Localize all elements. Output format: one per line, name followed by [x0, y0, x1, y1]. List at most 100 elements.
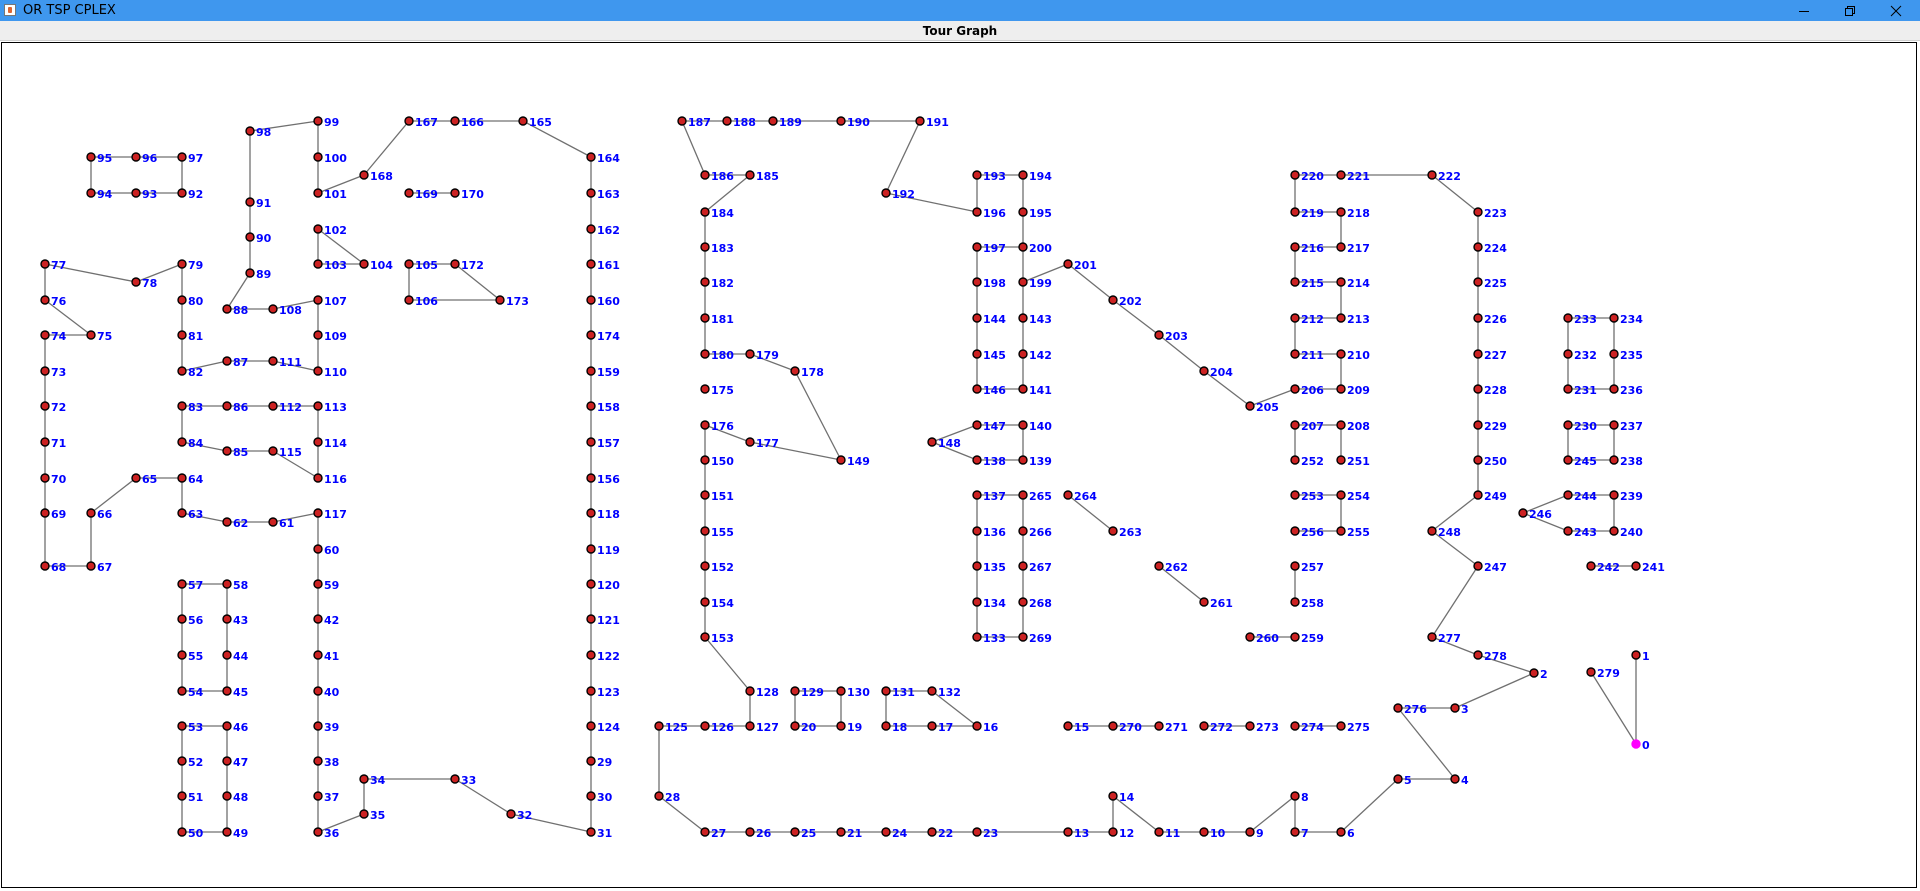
- node-label: 210: [1347, 349, 1370, 362]
- tour-edge: [794, 370, 842, 461]
- tour-node: [790, 366, 800, 376]
- tour-node: [450, 259, 460, 269]
- node-label: 137: [983, 490, 1006, 503]
- tour-node: [586, 152, 596, 162]
- tour-node: [86, 508, 96, 518]
- node-label: 76: [51, 295, 67, 308]
- tour-node: [1018, 242, 1028, 252]
- tour-node: [404, 295, 414, 305]
- tour-node: [177, 437, 187, 447]
- node-label: 77: [51, 259, 66, 272]
- node-label: 27: [711, 827, 726, 840]
- node-label: 154: [711, 597, 734, 610]
- tour-node: [972, 526, 982, 536]
- tour-node: [1336, 384, 1346, 394]
- tour-node: [177, 152, 187, 162]
- tour-node: [1108, 827, 1118, 837]
- tour-node: [222, 756, 232, 766]
- node-label: 247: [1484, 561, 1507, 574]
- tour-node: [1290, 170, 1300, 180]
- tour-node: [1063, 721, 1073, 731]
- node-label: 201: [1074, 259, 1097, 272]
- node-label: 186: [711, 170, 734, 183]
- tour-node: [1154, 561, 1164, 571]
- node-label: 141: [1029, 384, 1052, 397]
- node-label: 155: [711, 526, 734, 539]
- tour-node: [700, 207, 710, 217]
- tour-node: [586, 827, 596, 837]
- node-label: 111: [279, 356, 302, 369]
- tour-node: [972, 632, 982, 642]
- tour-node: [1336, 170, 1346, 180]
- tour-node: [222, 791, 232, 801]
- tour-node: [881, 827, 891, 837]
- tour-node: [1473, 384, 1483, 394]
- node-label: 94: [97, 188, 113, 201]
- node-label: 60: [324, 544, 340, 557]
- node-label: 64: [188, 473, 204, 486]
- node-label: 31: [597, 827, 612, 840]
- tour-node: [790, 721, 800, 731]
- node-label: 129: [801, 686, 824, 699]
- tour-node: [313, 686, 323, 696]
- tour-node: [700, 490, 710, 500]
- tour-edge: [704, 636, 751, 692]
- node-label: 196: [983, 207, 1006, 220]
- node-label: 67: [97, 561, 112, 574]
- label-layer: 0127922782772472482492502292282272262252…: [51, 116, 1665, 840]
- node-label: 271: [1165, 721, 1188, 734]
- tour-node: [745, 721, 755, 731]
- node-label: 131: [892, 686, 915, 699]
- node-label: 53: [188, 721, 203, 734]
- tour-node: [1290, 490, 1300, 500]
- tour-node: [1018, 561, 1028, 571]
- maximize-button[interactable]: [1827, 0, 1873, 21]
- minimize-button[interactable]: [1781, 0, 1827, 21]
- node-label: 2: [1540, 668, 1548, 681]
- tour-node: [1563, 455, 1573, 465]
- node-label: 105: [415, 259, 438, 272]
- tour-node: [518, 116, 528, 126]
- tour-node: [700, 420, 710, 430]
- node-label: 200: [1029, 242, 1052, 255]
- node-label: 26: [756, 827, 772, 840]
- node-label: 263: [1119, 526, 1142, 539]
- node-label: 113: [324, 401, 347, 414]
- node-label: 242: [1597, 561, 1620, 574]
- node-label: 176: [711, 420, 734, 433]
- node-label: 0: [1642, 739, 1650, 752]
- node-label: 156: [597, 473, 620, 486]
- node-label: 84: [188, 437, 204, 450]
- tour-node: [1518, 508, 1528, 518]
- tour-node: [313, 295, 323, 305]
- node-label: 74: [51, 330, 67, 343]
- node-label: 4: [1461, 774, 1469, 787]
- tour-node: [313, 579, 323, 589]
- tour-node: [450, 188, 460, 198]
- tour-node: [1450, 774, 1460, 784]
- node-label: 6: [1347, 827, 1355, 840]
- node-label: 72: [51, 401, 66, 414]
- tour-node: [1290, 313, 1300, 323]
- node-label: 126: [711, 721, 734, 734]
- tour-node: [495, 295, 505, 305]
- close-button[interactable]: [1873, 0, 1919, 21]
- node-label: 234: [1620, 313, 1643, 326]
- node-label: 276: [1404, 703, 1427, 716]
- tour-node: [1563, 420, 1573, 430]
- tour-node: [1018, 597, 1028, 607]
- tour-node: [313, 366, 323, 376]
- tour-node: [1473, 490, 1483, 500]
- node-label: 191: [926, 116, 949, 129]
- tour-node: [972, 384, 982, 394]
- tour-node: [313, 473, 323, 483]
- tour-node: [700, 827, 710, 837]
- node-label: 216: [1301, 242, 1324, 255]
- tour-node: [745, 170, 755, 180]
- tour-node: [586, 401, 596, 411]
- node-label: 55: [188, 650, 203, 663]
- node-label: 58: [233, 579, 248, 592]
- node-label: 3: [1461, 703, 1469, 716]
- tour-node: [1586, 667, 1596, 677]
- tour-node: [1563, 313, 1573, 323]
